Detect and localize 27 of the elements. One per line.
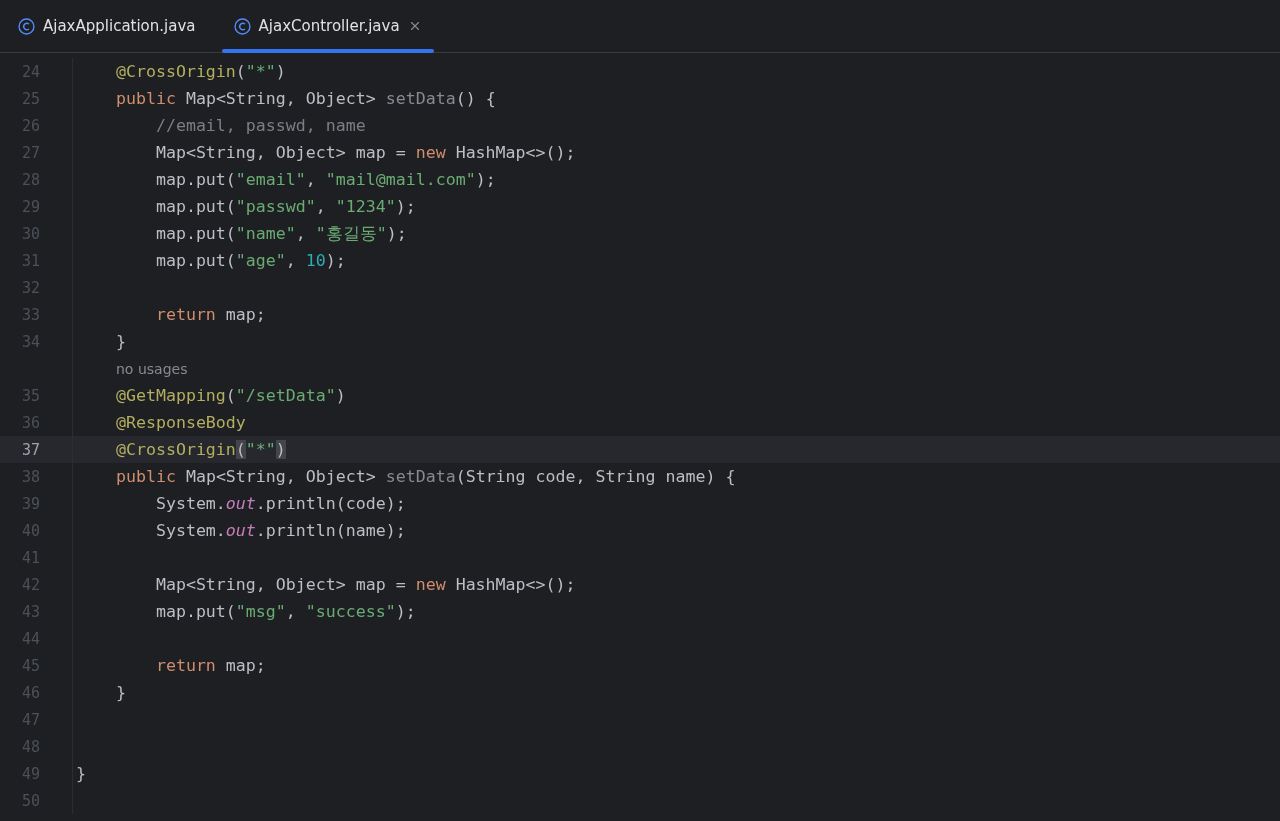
code-line: } xyxy=(114,332,126,351)
code-line: System.out.println(code); xyxy=(154,494,406,513)
code-line: return map; xyxy=(154,305,266,324)
usage-hint[interactable]: no usages xyxy=(116,360,188,377)
file-tab[interactable]: AjaxController.java xyxy=(221,0,434,52)
code-line: map.put("msg", "success"); xyxy=(154,602,416,621)
code-line: map.put("email", "mail@mail.com"); xyxy=(154,170,496,189)
code-line: map.put("age", 10); xyxy=(154,251,346,270)
code-line: Map<String, Object> map = new HashMap<>(); xyxy=(154,143,576,162)
code-line: @CrossOrigin("*") xyxy=(114,440,286,459)
file-tab[interactable]: AjaxApplication.java xyxy=(6,0,208,52)
code-line: //email, passwd, name xyxy=(154,116,366,135)
code-line: return map; xyxy=(154,656,266,675)
code-line: } xyxy=(76,764,86,783)
code-line: public Map<String, Object> setData(String code, String name) { xyxy=(114,467,736,486)
class-icon xyxy=(18,17,35,35)
code-line: } xyxy=(114,683,126,702)
line-number: 37 xyxy=(21,440,40,459)
code-line: map.put("passwd", "1234"); xyxy=(154,197,416,216)
code-line: @CrossOrigin("*") xyxy=(114,62,286,81)
code-line: Map<String, Object> map = new HashMap<>(); xyxy=(154,575,576,594)
code-line: public Map<String, Object> setData() { xyxy=(114,89,496,108)
class-icon xyxy=(233,17,251,35)
code-line: @ResponseBody xyxy=(114,413,246,432)
code-line: System.out.println(name); xyxy=(154,521,406,540)
code-line: map.put("name", "홍길동"); xyxy=(154,222,407,245)
code-line: @GetMapping("/setData") xyxy=(114,386,346,405)
